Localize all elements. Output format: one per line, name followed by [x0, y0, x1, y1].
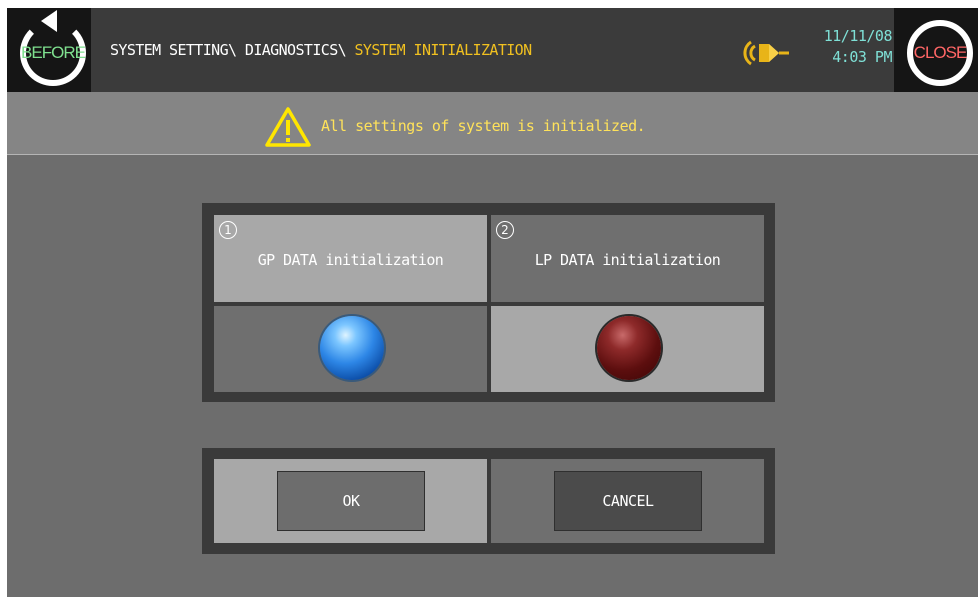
warning-icon	[265, 107, 311, 147]
ok-area: OK	[214, 459, 487, 543]
date-text: 11/11/08	[823, 27, 893, 45]
before-label: BEFORE	[21, 43, 86, 62]
before-button[interactable]: BEFORE	[7, 8, 91, 92]
option-lp-label: LP DATA initialization	[534, 251, 721, 269]
ok-button[interactable]: OK	[277, 471, 425, 531]
initialization-options-panel: 1 GP DATA initialization 2 LP DATA initi…	[202, 203, 775, 402]
back-arrow-icon	[41, 10, 57, 32]
datetime-display: 11/11/08 4:03 PM	[802, 26, 893, 68]
lp-indicator-cell	[491, 306, 764, 392]
option-number-1: 1	[219, 221, 237, 239]
status-bar: All settings of system is initialized.	[7, 92, 978, 155]
speaker-icon[interactable]	[739, 36, 791, 70]
status-message: All settings of system is initialized.	[321, 117, 646, 135]
close-circle-icon: CLOSE	[907, 20, 973, 86]
blue-lamp-icon	[320, 316, 384, 380]
close-button[interactable]: CLOSE	[894, 8, 978, 92]
option-number-2: 2	[496, 221, 514, 239]
option-gp-data[interactable]: 1 GP DATA initialization	[214, 215, 487, 302]
red-lamp-icon	[597, 316, 661, 380]
cancel-area: CANCEL	[491, 459, 764, 543]
action-panel: OK CANCEL	[202, 448, 775, 554]
header-bar: BEFORE SYSTEM SETTING\ DIAGNOSTICS\ SYST…	[7, 8, 978, 92]
breadcrumb-current: SYSTEM INITIALIZATION	[354, 41, 533, 59]
gp-indicator-cell	[214, 306, 487, 392]
breadcrumb-path: SYSTEM SETTING\ DIAGNOSTICS\	[110, 41, 355, 59]
cancel-button[interactable]: CANCEL	[554, 471, 702, 531]
breadcrumb: SYSTEM SETTING\ DIAGNOSTICS\ SYSTEM INIT…	[110, 41, 532, 59]
hmi-screen: BEFORE SYSTEM SETTING\ DIAGNOSTICS\ SYST…	[7, 8, 978, 597]
time-text: 4:03 PM	[832, 48, 892, 66]
close-label: CLOSE	[913, 43, 968, 62]
option-gp-label: GP DATA initialization	[257, 251, 444, 269]
option-lp-data[interactable]: 2 LP DATA initialization	[491, 215, 764, 302]
